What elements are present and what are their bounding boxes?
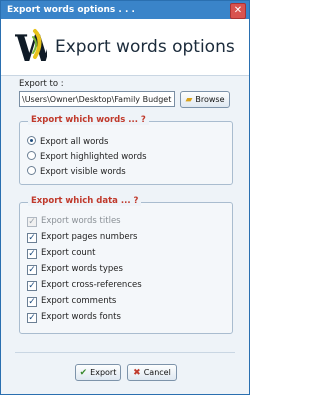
radio-button[interactable] <box>27 166 36 175</box>
cancel-label: Cancel <box>143 368 171 377</box>
checkbox-label: Export words types <box>41 264 123 274</box>
title-bar: Export words options . . . ✕ <box>1 1 249 19</box>
footer-divider <box>15 352 235 353</box>
export-label: Export <box>90 368 117 377</box>
close-icon: ✕ <box>233 5 243 16</box>
radio-label: Export all words <box>40 137 109 147</box>
export-path-input[interactable] <box>19 91 175 107</box>
dialog-window: Export words options . . . ✕ W Export wo… <box>0 0 250 395</box>
radio-label: Export visible words <box>40 167 126 177</box>
radio-label: Export highlighted words <box>40 152 147 162</box>
browse-button[interactable]: ▰ Browse <box>180 91 230 108</box>
window-title: Export words options . . . <box>7 5 135 15</box>
checkbox-label: Export count <box>41 248 96 258</box>
checkbox[interactable]: ✓ <box>27 233 37 243</box>
checkbox[interactable]: ✓ <box>27 265 37 275</box>
check-pages-numbers[interactable]: ✓ Export pages numbers <box>27 230 138 244</box>
svg-text:W: W <box>15 28 47 67</box>
cancel-button[interactable]: ✖ Cancel <box>127 364 177 381</box>
checkbox[interactable]: ✓ <box>27 313 37 323</box>
check-icon: ✔ <box>79 368 88 378</box>
radio-highlighted-words[interactable]: Export highlighted words <box>27 150 147 164</box>
browse-label: Browse <box>195 95 225 104</box>
check-count[interactable]: ✓ Export count <box>27 246 96 260</box>
radio-button[interactable] <box>27 136 36 145</box>
folder-icon: ▰ <box>185 95 193 105</box>
checkbox-label: Export cross-references <box>41 280 142 290</box>
dialog-heading: Export words options <box>55 37 235 57</box>
checkbox[interactable]: ✓ <box>27 249 37 259</box>
app-logo-icon: W <box>15 28 47 67</box>
checkbox-label: Export words fonts <box>41 312 121 322</box>
checkbox-label: Export pages numbers <box>41 232 138 242</box>
dialog-header: W Export words options <box>1 19 249 76</box>
checkbox: ✓ <box>27 217 37 227</box>
check-cross-references[interactable]: ✓ Export cross-references <box>27 278 142 292</box>
data-group-title: Export which data ... ? <box>28 196 142 206</box>
check-words-titles: ✓ Export words titles <box>27 214 121 228</box>
radio-all-words[interactable]: Export all words <box>27 135 108 149</box>
cancel-icon: ✖ <box>133 368 141 378</box>
checkbox-label: Export comments <box>41 296 117 306</box>
radio-visible-words[interactable]: Export visible words <box>27 165 126 179</box>
check-words-types[interactable]: ✓ Export words types <box>27 262 123 276</box>
check-words-fonts[interactable]: ✓ Export words fonts <box>27 310 121 324</box>
radio-button[interactable] <box>27 151 36 160</box>
export-button[interactable]: ✔ Export <box>75 364 121 381</box>
words-group-title: Export which words ... ? <box>28 115 149 125</box>
close-button[interactable]: ✕ <box>230 3 246 19</box>
checkbox[interactable]: ✓ <box>27 297 37 307</box>
checkbox[interactable]: ✓ <box>27 281 37 291</box>
check-comments[interactable]: ✓ Export comments <box>27 294 116 308</box>
checkbox-label: Export words titles <box>41 216 121 226</box>
export-to-label: Export to : <box>19 79 64 89</box>
